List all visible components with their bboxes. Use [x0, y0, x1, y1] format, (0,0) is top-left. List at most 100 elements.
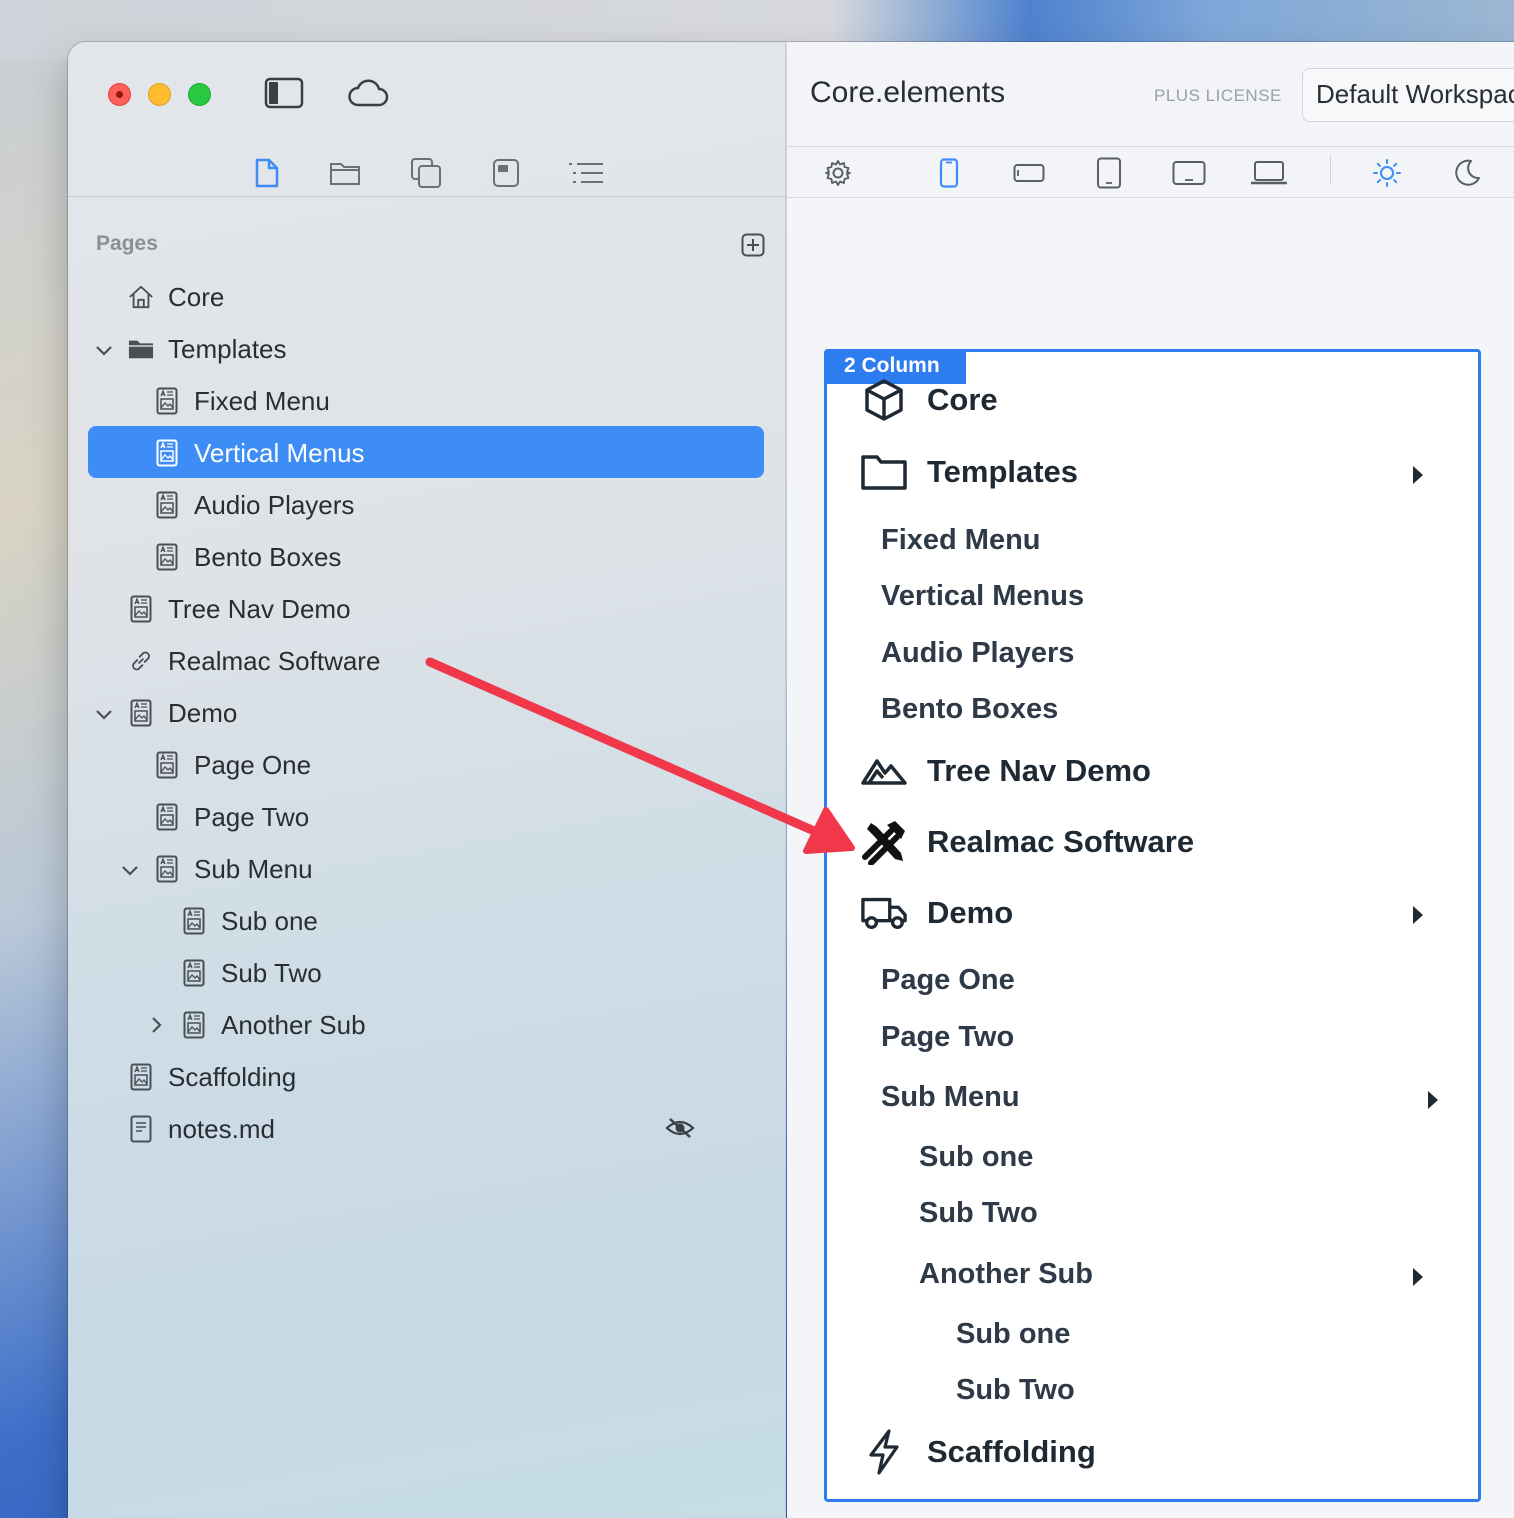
- sidebar-item-label: notes.md: [168, 1113, 275, 1144]
- tools-icon: [861, 819, 907, 865]
- caret-right-icon[interactable]: [1411, 1267, 1425, 1287]
- page-template-icon: [154, 542, 180, 572]
- phone-icon[interactable]: [929, 158, 969, 188]
- menu-item-page-one[interactable]: Page One: [881, 964, 1015, 997]
- sidebar-item-bento-boxes[interactable]: Bento Boxes: [154, 531, 341, 583]
- panel-icon[interactable]: [490, 156, 522, 190]
- menu-item-realmac-software[interactable]: Realmac Software: [861, 819, 1194, 865]
- sidebar-item-realmac-software[interactable]: Realmac Software: [128, 635, 380, 687]
- menu-item-sub-two-nested[interactable]: Sub Two: [956, 1374, 1075, 1407]
- menu-item-audio-players[interactable]: Audio Players: [881, 637, 1074, 670]
- two-column-component[interactable]: 2 Column Core Templates Fixed Menu Verti…: [824, 349, 1481, 1502]
- menu-item-bento-boxes[interactable]: Bento Boxes: [881, 693, 1058, 726]
- folder-icon[interactable]: [328, 158, 362, 188]
- menu-item-fixed-menu[interactable]: Fixed Menu: [881, 524, 1041, 557]
- sidebar-item-label: Sub Two: [221, 957, 322, 988]
- menu-item-sub-two[interactable]: Sub Two: [919, 1197, 1038, 1230]
- page-template-icon: [128, 698, 154, 728]
- menu-item-scaffolding[interactable]: Scaffolding: [861, 1429, 1096, 1475]
- laptop-icon[interactable]: [1249, 158, 1289, 188]
- copy-icon[interactable]: [409, 156, 443, 190]
- sidebar-item-sub-menu[interactable]: Sub Menu: [154, 843, 313, 895]
- main-header: Core.elements PLUS LICENSE Default Works…: [787, 42, 1514, 147]
- caret-right-icon[interactable]: [1426, 1090, 1440, 1110]
- folder-icon: [861, 449, 907, 495]
- page-template-icon: [154, 438, 180, 468]
- sidebar-item-notes-md[interactable]: notes.md: [128, 1103, 275, 1155]
- chevron-down-icon[interactable]: [94, 341, 114, 361]
- sidebar-item-demo[interactable]: Demo: [128, 687, 237, 739]
- sidebar-item-page-two[interactable]: Page Two: [154, 791, 309, 843]
- menu-item-label: Tree Nav Demo: [927, 753, 1151, 788]
- add-page-icon[interactable]: [741, 233, 765, 262]
- text-file-icon: [128, 1114, 154, 1144]
- moon-icon[interactable]: [1447, 158, 1487, 188]
- caret-right-icon[interactable]: [1411, 905, 1425, 925]
- sidebar-item-tree-nav-demo[interactable]: Tree Nav Demo: [128, 583, 351, 635]
- sidebar-item-label: Fixed Menu: [194, 385, 330, 416]
- sidebar-item-another-sub[interactable]: Another Sub: [181, 999, 366, 1051]
- chevron-down-icon[interactable]: [120, 861, 140, 881]
- minimize-window-button[interactable]: [148, 83, 171, 106]
- gear-icon[interactable]: [818, 158, 858, 188]
- sidebar-item-label: Bento Boxes: [194, 541, 342, 572]
- menu-item-sub-one-nested[interactable]: Sub one: [956, 1318, 1070, 1351]
- page-icon[interactable]: [252, 156, 282, 190]
- sidebar-item-label: Sub one: [221, 905, 318, 936]
- menu-item-tree-nav-demo[interactable]: Tree Nav Demo: [861, 748, 1151, 794]
- workspace-selector[interactable]: Default Workspace: [1302, 68, 1514, 122]
- pages-section-label: Pages: [96, 232, 158, 255]
- sidebar-item-vertical-menus[interactable]: Vertical Menus: [154, 427, 365, 479]
- toolbar-divider: [1330, 155, 1331, 185]
- menu-item-another-sub[interactable]: Another Sub: [919, 1258, 1093, 1291]
- sidebar-item-page-one[interactable]: Page One: [154, 739, 311, 791]
- sidebar-item-label: Audio Players: [194, 489, 355, 520]
- sidebar-toggle-icon[interactable]: [263, 76, 305, 110]
- menu-item-templates[interactable]: Templates: [861, 449, 1078, 495]
- sidebar-item-label: Another Sub: [221, 1009, 366, 1040]
- page-template-icon: [181, 906, 207, 936]
- tablet-landscape-icon[interactable]: [1169, 158, 1209, 188]
- sidebar-item-label: Vertical Menus: [194, 437, 365, 468]
- sidebar: Pages Core Templates Fixed Menu Vertical…: [68, 42, 786, 1518]
- cloud-icon[interactable]: [346, 76, 390, 110]
- phone-landscape-icon[interactable]: [1009, 158, 1049, 188]
- page-template-icon: [181, 1010, 207, 1040]
- chevron-right-icon[interactable]: [147, 1015, 167, 1035]
- chevron-down-icon[interactable]: [94, 705, 114, 725]
- mountain-icon: [861, 748, 907, 794]
- zoom-window-button[interactable]: [188, 83, 211, 106]
- sidebar-item-label: Sub Menu: [194, 853, 313, 884]
- page-template-icon: [128, 594, 154, 624]
- menu-item-sub-one[interactable]: Sub one: [919, 1141, 1033, 1174]
- close-window-button[interactable]: [108, 83, 131, 106]
- sidebar-item-label: Page One: [194, 749, 312, 780]
- menu-item-vertical-menus[interactable]: Vertical Menus: [881, 580, 1084, 613]
- menu-item-page-two[interactable]: Page Two: [881, 1021, 1014, 1054]
- sidebar-item-templates[interactable]: Templates: [128, 323, 287, 375]
- sidebar-item-label: Tree Nav Demo: [168, 593, 351, 624]
- menu-item-core[interactable]: Core: [861, 377, 998, 423]
- sidebar-item-fixed-menu[interactable]: Fixed Menu: [154, 375, 330, 427]
- page-template-icon: [181, 958, 207, 988]
- menu-item-label: Templates: [927, 454, 1079, 489]
- sidebar-item-label: Templates: [168, 333, 287, 364]
- sun-icon[interactable]: [1367, 158, 1407, 188]
- hidden-eye-icon[interactable]: [665, 1116, 695, 1145]
- outline-icon[interactable]: [566, 158, 606, 188]
- sidebar-item-scaffolding[interactable]: Scaffolding: [128, 1051, 296, 1103]
- page-template-icon: [128, 1062, 154, 1092]
- device-toolbar: [787, 148, 1514, 198]
- sidebar-item-label: Page Two: [194, 801, 310, 832]
- sidebar-item-sub-one[interactable]: Sub one: [181, 895, 318, 947]
- page-template-icon: [154, 802, 180, 832]
- sidebar-item-label: Realmac Software: [168, 645, 381, 676]
- menu-item-demo[interactable]: Demo: [861, 890, 1013, 936]
- sidebar-item-audio-players[interactable]: Audio Players: [154, 479, 354, 531]
- caret-right-icon[interactable]: [1411, 465, 1425, 485]
- sidebar-item-sub-two[interactable]: Sub Two: [181, 947, 322, 999]
- tablet-icon[interactable]: [1089, 157, 1129, 189]
- sidebar-item-core[interactable]: Core: [128, 271, 224, 323]
- menu-item-sub-menu[interactable]: Sub Menu: [881, 1081, 1020, 1114]
- box-icon: [861, 377, 907, 423]
